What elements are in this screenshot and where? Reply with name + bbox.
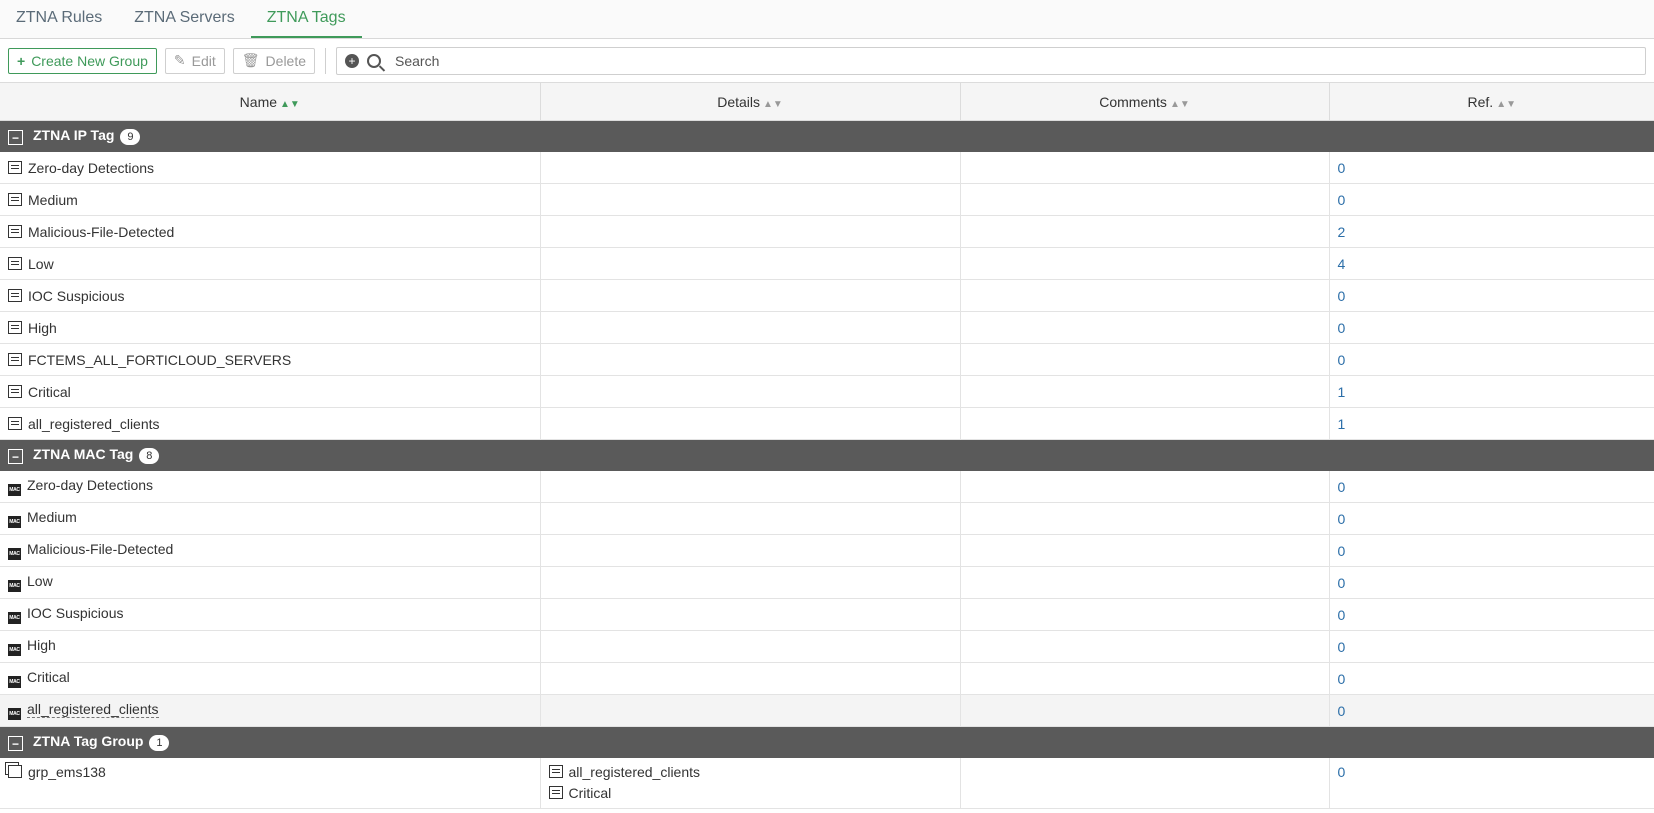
- collapse-icon[interactable]: −: [8, 736, 23, 752]
- trash-icon: 🗑: [241, 52, 260, 68]
- table-row[interactable]: High 0: [0, 311, 1654, 344]
- mac-tag-icon: MAC: [8, 580, 21, 592]
- plus-icon: +: [17, 52, 26, 69]
- column-header-comments[interactable]: Comments ▲▼: [960, 83, 1330, 121]
- search-input[interactable]: [393, 51, 1637, 70]
- search-box: +: [336, 46, 1646, 75]
- ref-link[interactable]: 2: [1338, 224, 1346, 240]
- table-row[interactable]: MAC High 0: [0, 630, 1654, 663]
- ref-link[interactable]: 0: [1338, 703, 1346, 719]
- sort-icon: ▲▼: [1169, 98, 1190, 110]
- table-header: Name ▲▼ Details ▲▼ Comments ▲▼ Ref. ▲▼: [0, 83, 1654, 121]
- delete-button[interactable]: 🗑 Delete: [232, 47, 316, 74]
- table-row[interactable]: MAC Low 0: [0, 566, 1654, 599]
- ref-link[interactable]: 0: [1338, 160, 1346, 176]
- ref-link[interactable]: 0: [1338, 479, 1346, 495]
- table-row[interactable]: Low 4: [0, 247, 1654, 280]
- column-header-ref[interactable]: Ref. ▲▼: [1329, 83, 1654, 121]
- table-row[interactable]: Malicious-File-Detected 2: [0, 215, 1654, 248]
- ip-tag-icon: [8, 160, 22, 174]
- tab-bar: ZTNA Rules ZTNA Servers ZTNA Tags: [0, 0, 1654, 39]
- group-title: ZTNA MAC Tag: [33, 445, 134, 462]
- collapse-icon[interactable]: −: [8, 449, 23, 465]
- tag-group-icon: [8, 765, 22, 778]
- group-title: ZTNA Tag Group: [33, 732, 144, 749]
- group-title: ZTNA IP Tag: [33, 126, 115, 143]
- ref-link[interactable]: 4: [1338, 256, 1346, 272]
- table-row[interactable]: Medium 0: [0, 183, 1654, 216]
- group-header-ip-tag[interactable]: − ZTNA IP Tag 9: [0, 120, 1654, 152]
- table-row[interactable]: grp_ems138 all_registered_clients Critic…: [0, 757, 1654, 809]
- ip-tag-icon: [8, 416, 22, 430]
- ip-tag-icon: [8, 192, 22, 206]
- edit-label: Edit: [191, 52, 216, 69]
- table-row[interactable]: MAC Critical 0: [0, 662, 1654, 695]
- ref-link[interactable]: 0: [1338, 320, 1346, 336]
- create-new-group-button[interactable]: + Create New Group: [8, 47, 157, 74]
- member-item: Critical: [548, 783, 952, 804]
- pencil-icon: ✎: [173, 52, 186, 68]
- ref-link[interactable]: 1: [1338, 384, 1346, 400]
- table-row[interactable]: Zero-day Detections 0: [0, 151, 1654, 184]
- table-row[interactable]: MAC Medium 0: [0, 502, 1654, 535]
- ip-tag-icon: [8, 224, 22, 238]
- table-row[interactable]: MAC IOC Suspicious 0: [0, 598, 1654, 631]
- sort-icon: ▲▼: [763, 98, 783, 110]
- count-badge: 9: [120, 128, 141, 145]
- sort-icon: ▲▼: [280, 98, 300, 110]
- tags-table: Name ▲▼ Details ▲▼ Comments ▲▼ Ref. ▲▼ − ZTNA…: [0, 83, 1654, 809]
- tab-ztna-servers[interactable]: ZTNA Servers: [118, 0, 250, 38]
- ip-tag-icon: [548, 765, 563, 778]
- group-header-mac-tag[interactable]: − ZTNA MAC Tag 8: [0, 439, 1654, 471]
- toolbar-divider: [325, 47, 327, 74]
- ip-tag-icon: [8, 384, 22, 398]
- table-row[interactable]: IOC Suspicious 0: [0, 279, 1654, 312]
- member-item: all_registered_clients: [548, 762, 952, 783]
- collapse-icon[interactable]: −: [8, 130, 23, 146]
- ref-link[interactable]: 1: [1338, 416, 1346, 432]
- mac-tag-icon: MAC: [8, 516, 21, 528]
- ref-link[interactable]: 0: [1338, 288, 1346, 304]
- ref-link[interactable]: 0: [1338, 607, 1346, 623]
- mac-tag-icon: MAC: [8, 676, 21, 688]
- ref-link[interactable]: 0: [1338, 671, 1346, 687]
- tab-ztna-tags[interactable]: ZTNA Tags: [250, 0, 362, 38]
- edit-button[interactable]: ✎ Edit: [164, 47, 225, 74]
- table-row[interactable]: MAC Zero-day Detections 0: [0, 470, 1654, 503]
- table-row[interactable]: FCTEMS_ALL_FORTICLOUD_SERVERS 0: [0, 343, 1654, 376]
- ref-link[interactable]: 0: [1338, 575, 1346, 591]
- toolbar: + Create New Group ✎ Edit 🗑 Delete +: [0, 39, 1654, 83]
- mac-tag-icon: MAC: [8, 612, 21, 624]
- ref-link[interactable]: 0: [1338, 192, 1346, 208]
- table-row[interactable]: MAC Malicious-File-Detected 0: [0, 534, 1654, 567]
- sort-icon: ▲▼: [1496, 98, 1516, 110]
- ip-tag-icon: [8, 288, 22, 302]
- tab-ztna-rules[interactable]: ZTNA Rules: [0, 0, 118, 38]
- search-icon: [367, 53, 382, 68]
- ip-tag-icon: [548, 786, 563, 799]
- count-badge: 1: [149, 734, 170, 751]
- ip-tag-icon: [8, 320, 22, 334]
- add-filter-icon[interactable]: +: [345, 53, 360, 68]
- ref-link[interactable]: 0: [1338, 352, 1346, 368]
- group-header-tag-group[interactable]: − ZTNA Tag Group 1: [0, 726, 1654, 758]
- table-row[interactable]: Critical 1: [0, 375, 1654, 408]
- ref-link[interactable]: 0: [1338, 543, 1346, 559]
- column-header-details[interactable]: Details ▲▼: [540, 83, 961, 121]
- ref-link[interactable]: 0: [1338, 764, 1346, 780]
- mac-tag-icon: MAC: [8, 548, 21, 560]
- table-row[interactable]: MAC all_registered_clients 0: [0, 694, 1654, 727]
- delete-label: Delete: [265, 52, 307, 69]
- ip-tag-icon: [8, 352, 22, 366]
- mac-tag-icon: MAC: [8, 708, 21, 720]
- count-badge: 8: [139, 447, 160, 464]
- create-new-group-label: Create New Group: [31, 52, 148, 69]
- ref-link[interactable]: 0: [1338, 639, 1346, 655]
- mac-tag-icon: MAC: [8, 484, 21, 496]
- ref-link[interactable]: 0: [1338, 511, 1346, 527]
- table-row[interactable]: all_registered_clients 1: [0, 407, 1654, 440]
- column-header-name[interactable]: Name ▲▼: [0, 83, 541, 121]
- ip-tag-icon: [8, 256, 22, 270]
- mac-tag-icon: MAC: [8, 644, 21, 656]
